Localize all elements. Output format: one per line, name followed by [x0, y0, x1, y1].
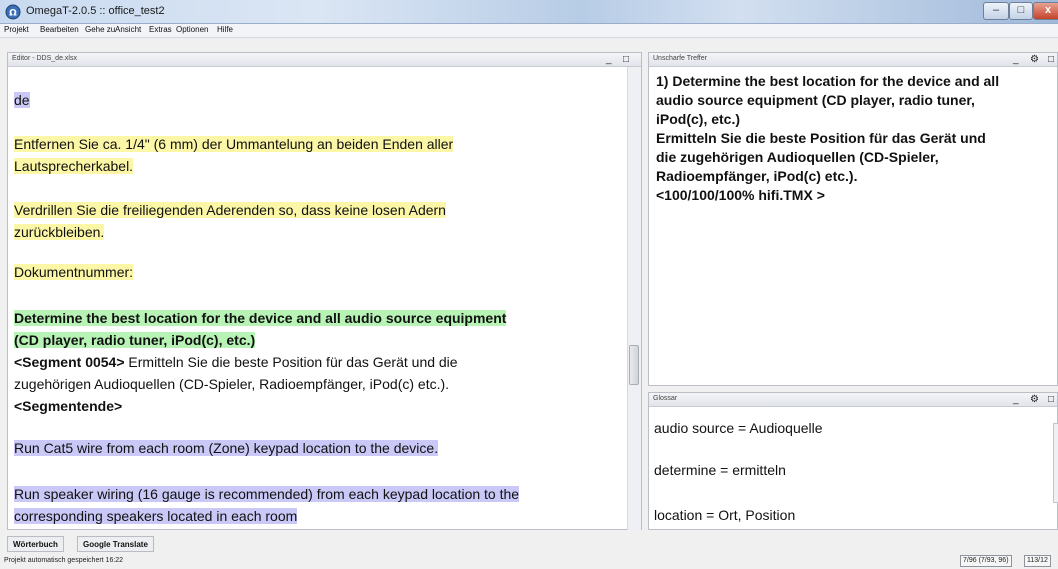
- status-counter: 113/12: [1024, 555, 1051, 567]
- editor-pane[interactable]: Editor - DDS_de.xlsx _ □ de Entfernen Si…: [7, 52, 642, 530]
- segment-text: Run Cat5 wire from each room (Zone) keyp…: [14, 440, 439, 456]
- fuzzy-line: 1) Determine the best location for the d…: [656, 73, 1000, 89]
- fuzzy-matches-pane: Unscharfe Treffer _ ⚙ □ 1) Determine the…: [648, 52, 1058, 386]
- fuzzy-undock-icon[interactable]: □: [1048, 53, 1054, 66]
- fuzzy-line: Ermitteln Sie die beste Position für das…: [656, 130, 986, 146]
- segment-text: Entfernen Sie ca. 1/4" (6 mm) der Ummant…: [14, 136, 454, 152]
- close-icon: x: [1044, 4, 1052, 16]
- editor-undock-icon[interactable]: □: [623, 53, 629, 66]
- menu-gehe-zu[interactable]: Gehe zu: [85, 25, 115, 34]
- fuzzy-line: Radioempfänger, iPod(c) etc.).: [656, 168, 858, 184]
- close-button[interactable]: x: [1033, 2, 1058, 20]
- status-progress: 7/96 (7/93, 96): [960, 555, 1012, 567]
- maximize-icon: □: [1017, 4, 1025, 16]
- menu-optionen[interactable]: Optionen: [176, 25, 208, 34]
- editor-header: Editor - DDS_de.xlsx _ □: [8, 53, 641, 67]
- segment-text: de: [14, 92, 30, 108]
- editor-minimize-icon[interactable]: _: [606, 53, 612, 66]
- target-text[interactable]: Ermitteln Sie die beste Position für das…: [125, 354, 457, 370]
- segment-start-tag: <Segment 0054>: [14, 354, 125, 370]
- menu-ansicht[interactable]: Ansicht: [115, 25, 141, 34]
- window-title: OmegaT-2.0.5 :: office_test2: [26, 5, 165, 17]
- editor-scrollbar[interactable]: [627, 67, 641, 530]
- source-text: (CD player, radio tuner, iPod(c), etc.): [14, 332, 256, 348]
- segment-dokumentnummer[interactable]: Dokumentnummer:: [14, 261, 134, 283]
- editor-scrollbar-thumb[interactable]: [629, 345, 639, 385]
- segment-text: Dokumentnummer:: [14, 264, 134, 280]
- segment-text: Verdrillen Sie die freiliegenden Aderend…: [14, 202, 446, 218]
- omegat-app-icon: Ω: [5, 4, 21, 20]
- omegat-window: Ω OmegaT-2.0.5 :: office_test2 – □ x Pro…: [0, 0, 1058, 569]
- target-text[interactable]: zugehörigen Audioquellen (CD-Spieler, Ra…: [14, 376, 449, 392]
- fuzzy-settings-icon[interactable]: ⚙: [1030, 53, 1039, 66]
- menu-extras[interactable]: Extras: [149, 25, 172, 34]
- segment-entfernen[interactable]: Entfernen Sie ca. 1/4" (6 mm) der Ummant…: [14, 133, 454, 177]
- fuzzy-line: iPod(c), etc.): [656, 111, 741, 127]
- maximize-button[interactable]: □: [1009, 2, 1033, 20]
- glossary-entry: determine = ermitteln: [654, 462, 786, 478]
- title-bar: Ω OmegaT-2.0.5 :: office_test2 – □ x: [0, 0, 1058, 24]
- segment-de[interactable]: de: [14, 89, 30, 111]
- glossary-minimize-icon[interactable]: _: [1013, 393, 1019, 406]
- menu-bar: Projekt Bearbeiten Gehe zu Ansicht Extra…: [0, 24, 1058, 38]
- status-message: Projekt automatisch gespeichert 16:22: [4, 557, 124, 564]
- source-text: Determine the best location for the devi…: [14, 310, 507, 326]
- segment-run-speaker[interactable]: Run speaker wiring (16 gauge is recommen…: [14, 483, 520, 527]
- fuzzy-source-info: <100/100/100% hifi.TMX >: [656, 187, 825, 203]
- glossary-entry: location = Ort, Position: [654, 507, 796, 523]
- glossary-entry: audio source = Audioquelle: [654, 420, 823, 436]
- minimize-button[interactable]: –: [983, 2, 1009, 20]
- segment-end-tag: <Segmentende>: [14, 398, 123, 414]
- tab-google-translate[interactable]: Google Translate: [77, 536, 154, 552]
- glossary-pane: Glossar _ ⚙ □ audio source = Audioquelle…: [648, 392, 1058, 530]
- fuzzy-line: audio source equipment (CD player, radio…: [656, 92, 975, 108]
- segment-text: corresponding speakers located in each r…: [14, 508, 298, 524]
- tab-woerterbuch[interactable]: Wörterbuch: [7, 536, 64, 552]
- svg-text:Ω: Ω: [9, 9, 17, 19]
- fuzzy-title: Unscharfe Treffer: [653, 55, 707, 62]
- bottom-tabs: Wörterbuch Google Translate: [7, 536, 177, 552]
- active-segment[interactable]: Determine the best location for the devi…: [14, 307, 507, 417]
- segment-verdrillen[interactable]: Verdrillen Sie die freiliegenden Aderend…: [14, 199, 446, 243]
- glossary-title: Glossar: [653, 395, 678, 402]
- fuzzy-minimize-icon[interactable]: _: [1013, 53, 1019, 66]
- glossary-settings-icon[interactable]: ⚙: [1030, 393, 1039, 406]
- editor-title: Editor - DDS_de.xlsx: [12, 55, 77, 62]
- menu-hilfe[interactable]: Hilfe: [217, 25, 233, 34]
- glossary-header: Glossar _ ⚙ □: [649, 393, 1057, 407]
- segment-text: Run speaker wiring (16 gauge is recommen…: [14, 486, 520, 502]
- segment-run-cat5[interactable]: Run Cat5 wire from each room (Zone) keyp…: [14, 437, 439, 459]
- minimize-icon: –: [992, 4, 1000, 16]
- glossary-undock-icon[interactable]: □: [1048, 393, 1054, 406]
- fuzzy-line: die zugehörigen Audioquellen (CD-Spieler…: [656, 149, 939, 165]
- segment-text: Lautsprecherkabel.: [14, 158, 134, 174]
- glossary-scrollbar[interactable]: [1053, 423, 1058, 503]
- menu-bearbeiten[interactable]: Bearbeiten: [40, 25, 79, 34]
- fuzzy-header: Unscharfe Treffer _ ⚙ □: [649, 53, 1057, 67]
- menu-projekt[interactable]: Projekt: [4, 25, 29, 34]
- segment-text: zurückbleiben.: [14, 224, 105, 240]
